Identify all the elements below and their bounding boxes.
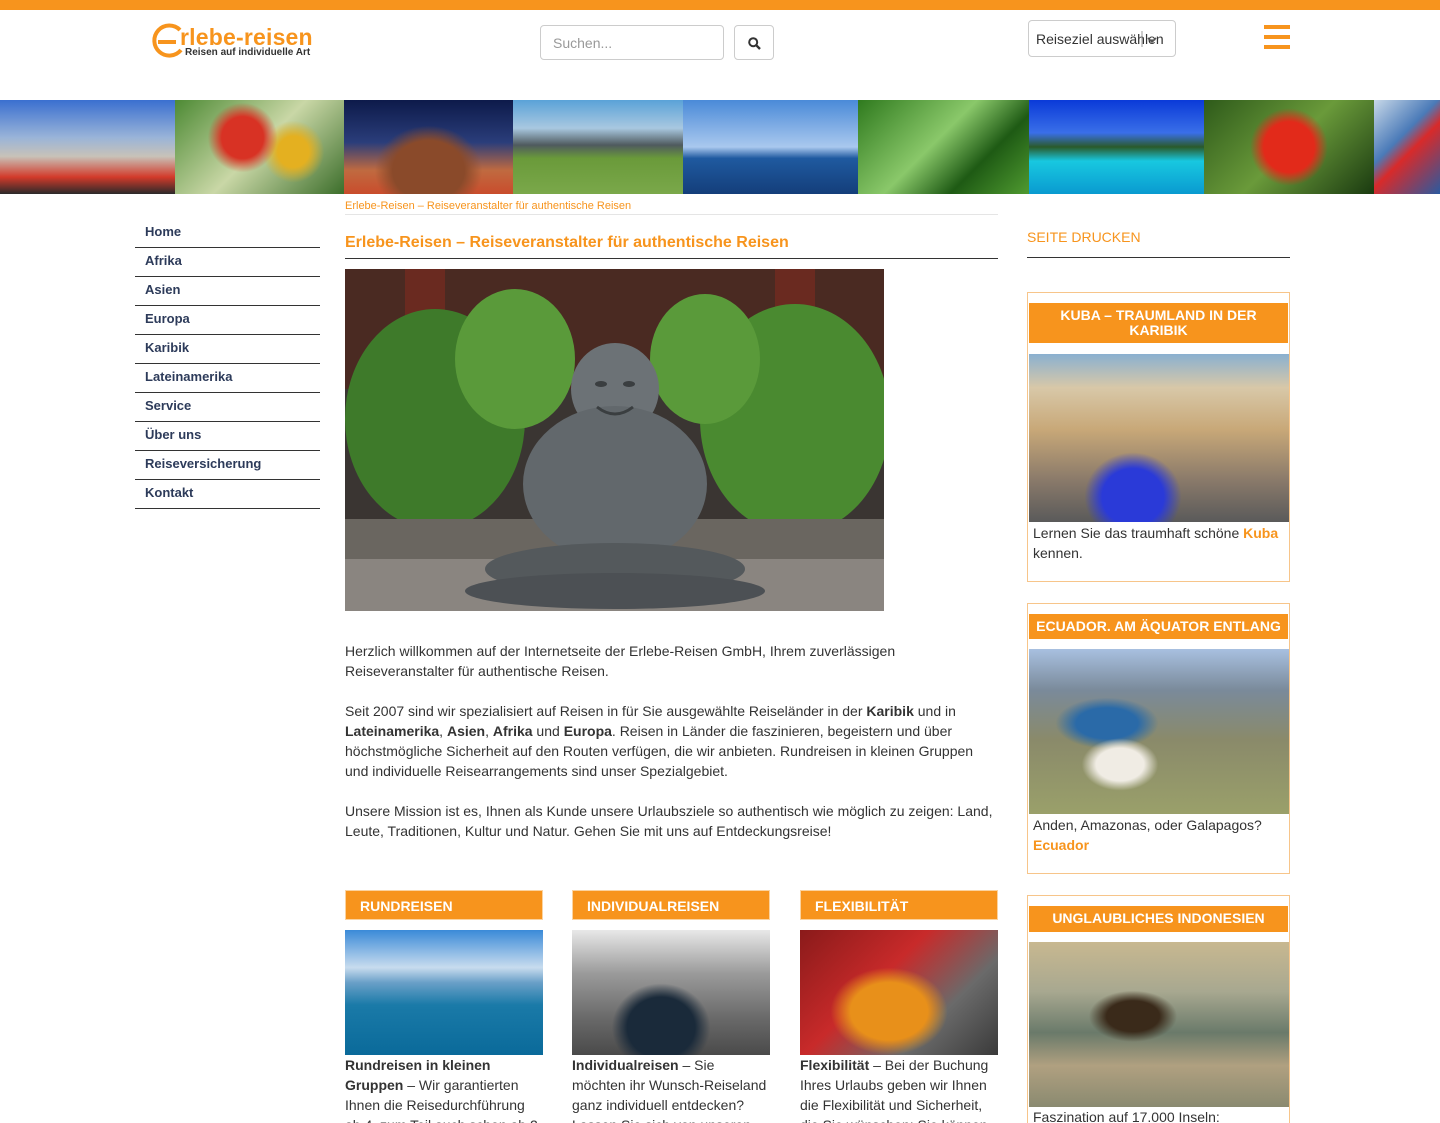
nav-item-afrika[interactable]: Afrika — [135, 248, 320, 277]
promo-link-kuba[interactable]: Kuba — [1243, 525, 1278, 541]
intro-paragraph-3: Unsere Mission ist es, Ihnen als Kunde u… — [345, 803, 993, 839]
feature-title-individualreisen[interactable]: INDIVIDUALREISEN — [572, 890, 770, 920]
banner-photo-rafting — [1374, 100, 1440, 194]
banner-photo-parrots — [175, 100, 344, 194]
top-accent-bar — [0, 0, 1440, 10]
promo-text-indonesien: Faszination auf 17.000 Inseln: — [1033, 1107, 1285, 1123]
intro-keyword-asien: Asien — [446, 723, 486, 739]
banner-photo-red-flower — [1204, 100, 1374, 194]
banner-photo-resort-pool — [1029, 100, 1204, 194]
feature-image-flexibilitaet[interactable] — [800, 930, 998, 1055]
intro-keyword-afrika: Afrika — [492, 723, 533, 739]
intro-keyword-europa: Europa — [563, 723, 612, 739]
feature-lead: Individualreisen — [572, 1057, 679, 1073]
promo-desc: kennen. — [1033, 545, 1083, 561]
sidebar-navigation: Home Afrika Asien Europa Karibik Lateina… — [135, 219, 320, 509]
nav-item-reiseversicherung[interactable]: Reiseversicherung — [135, 451, 320, 480]
intro-text-fragment: , — [485, 723, 493, 739]
intro-keyword-karibik: Karibik — [866, 703, 914, 719]
banner-photo-havana-fort — [683, 100, 858, 194]
promo-image-kuba[interactable] — [1029, 354, 1289, 522]
promo-image-ecuador[interactable] — [1029, 649, 1289, 814]
promo-text-ecuador: Anden, Amazonas, oder Galapagos? Ecuador — [1033, 815, 1285, 855]
hero-illustration — [345, 269, 884, 611]
logo-tagline: Reisen auf individuelle Art — [185, 47, 311, 58]
page-title: Erlebe-Reisen – Reiseveranstalter für au… — [345, 234, 998, 259]
intro-text-fragment: , — [439, 723, 447, 739]
destination-select[interactable]: Reiseziel auswählen — [1028, 20, 1176, 57]
feature-title-rundreisen[interactable]: RUNDREISEN — [345, 890, 543, 920]
search-input[interactable] — [540, 25, 724, 60]
intro-text-fragment: Seit 2007 sind wir spezialisiert auf Rei… — [345, 703, 867, 719]
logo[interactable]: rlebe-reisen Reisen auf individuelle Art — [150, 20, 320, 62]
banner-photo-havana-capitol — [0, 100, 175, 194]
print-page-link[interactable]: SEITE DRUCKEN — [1027, 229, 1290, 258]
promo-desc: Faszination auf 17.000 Inseln: — [1033, 1109, 1220, 1123]
intro-text-fragment: und in — [913, 703, 956, 719]
nav-item-service[interactable]: Service — [135, 393, 320, 422]
intro-paragraph-2: Seit 2007 sind wir spezialisiert auf Rei… — [345, 701, 998, 781]
promo-image-indonesien[interactable] — [1029, 942, 1289, 1107]
search-button[interactable] — [734, 25, 774, 60]
promo-title-kuba[interactable]: KUBA – TRAUMLAND IN DER KARIBIK — [1029, 303, 1288, 343]
feature-text-rundreisen: Rundreisen in kleinen Gruppen – Wir gara… — [345, 1055, 543, 1123]
nav-item-asien[interactable]: Asien — [135, 277, 320, 306]
promo-text-kuba: Lernen Sie das traumhaft schöne Kuba ken… — [1033, 523, 1285, 563]
nav-item-lateinamerika[interactable]: Lateinamerika — [135, 364, 320, 393]
feature-image-rundreisen[interactable] — [345, 930, 543, 1055]
banner-photo-zipline — [858, 100, 1029, 194]
hamburger-icon-bar — [1264, 25, 1290, 29]
hamburger-icon-bar — [1264, 35, 1290, 39]
nav-item-karibik[interactable]: Karibik — [135, 335, 320, 364]
nav-item-europa[interactable]: Europa — [135, 306, 320, 335]
breadcrumb[interactable]: Erlebe-Reisen – Reiseveranstalter für au… — [345, 200, 998, 215]
intro-keyword-lateinamerika: Lateinamerika — [345, 723, 440, 739]
header-banner — [0, 100, 1440, 194]
promo-indonesien: UNGLAUBLICHES INDONESIEN Faszination auf… — [1027, 895, 1290, 1123]
feature-lead: Flexibilität — [800, 1057, 870, 1073]
intro-text-fragment: und — [532, 723, 564, 739]
feature-text-individualreisen: Individualreisen – Sie möchten ihr Wunsc… — [572, 1055, 770, 1123]
promo-kuba: KUBA – TRAUMLAND IN DER KARIBIK Lernen S… — [1027, 292, 1290, 582]
search-icon — [748, 37, 761, 50]
promo-title-ecuador[interactable]: ECUADOR. AM ÄQUATOR ENTLANG — [1029, 614, 1288, 639]
promo-link-ecuador[interactable]: Ecuador — [1033, 837, 1089, 853]
promo-ecuador: ECUADOR. AM ÄQUATOR ENTLANG Anden, Amazo… — [1027, 603, 1290, 874]
menu-toggle-button[interactable] — [1264, 25, 1290, 49]
feature-text-flexibilitaet: Flexibilität – Bei der Buchung Ihres Url… — [800, 1055, 998, 1123]
feature-image-individualreisen[interactable] — [572, 930, 770, 1055]
banner-photo-volcano — [513, 100, 683, 194]
promo-desc: Anden, Amazonas, oder Galapagos? — [1033, 817, 1262, 833]
hamburger-icon-bar — [1264, 45, 1290, 49]
intro-paragraph-1: Herzlich willkommen auf der Internetseit… — [345, 643, 896, 679]
nav-item-kontakt[interactable]: Kontakt — [135, 480, 320, 509]
banner-photo-woman-pool — [344, 100, 513, 194]
nav-item-ueber-uns[interactable]: Über uns — [135, 422, 320, 451]
feature-title-flexibilitaet[interactable]: FLEXIBILITÄT — [800, 890, 998, 920]
nav-item-home[interactable]: Home — [135, 219, 320, 248]
hero-image-buddha-statue — [345, 269, 884, 611]
promo-title-indonesien[interactable]: UNGLAUBLICHES INDONESIEN — [1029, 906, 1288, 932]
select-caret-icon — [1141, 31, 1157, 47]
promo-desc: Lernen Sie das traumhaft schöne — [1033, 525, 1244, 541]
